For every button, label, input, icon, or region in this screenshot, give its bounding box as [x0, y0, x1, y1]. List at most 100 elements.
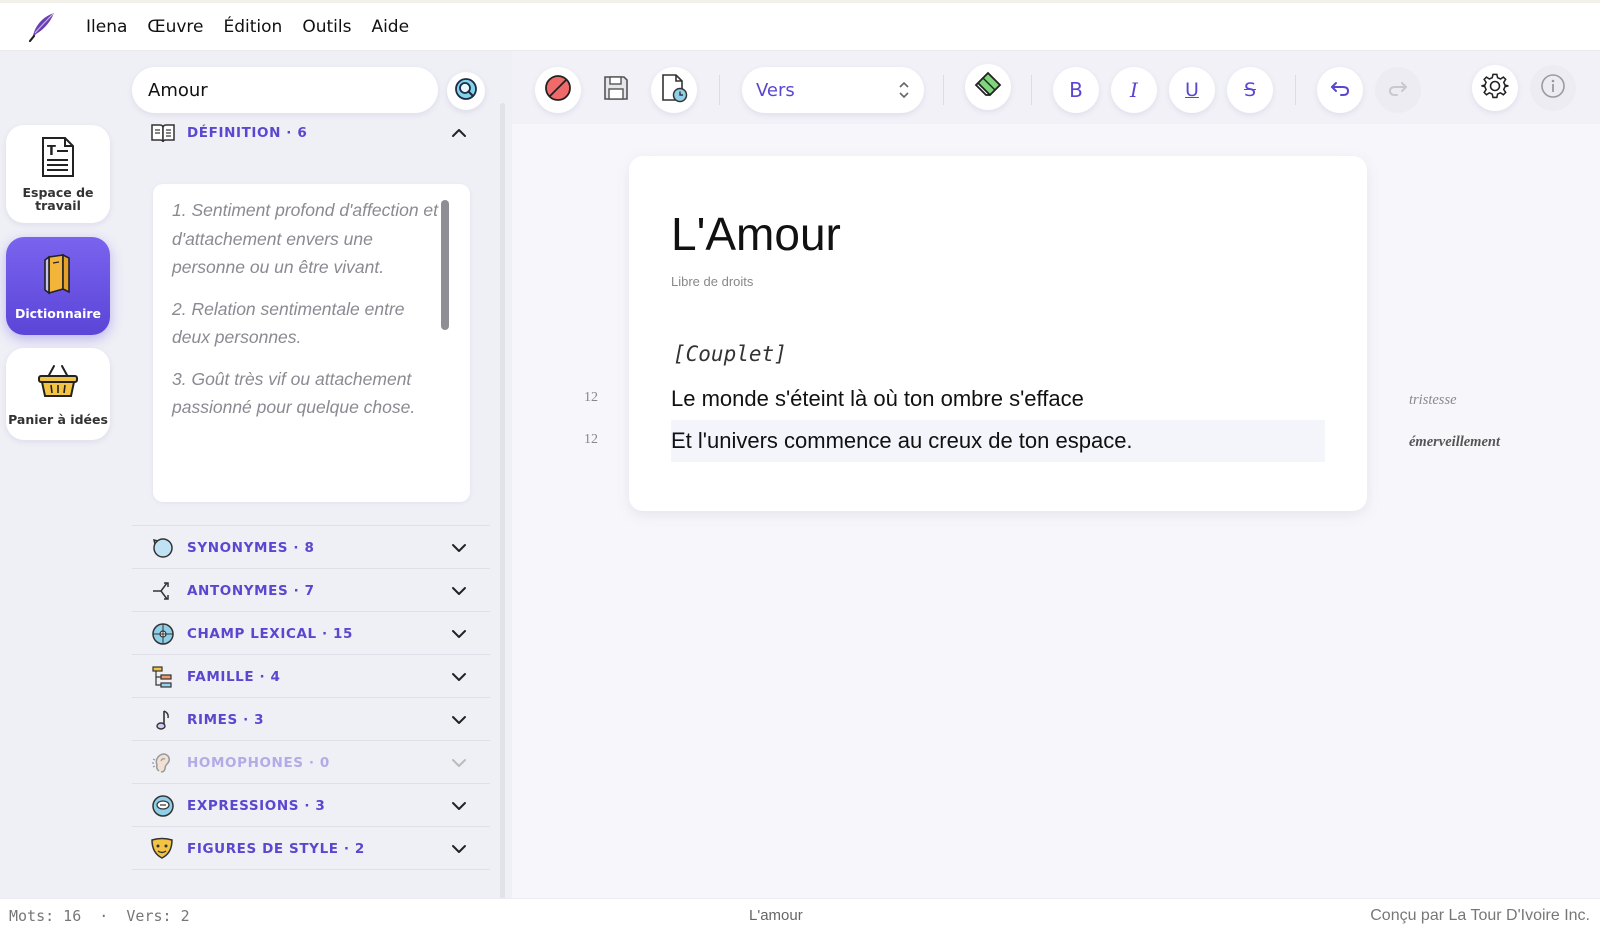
nav-idea-basket[interactable]: Panier à idées: [6, 348, 110, 440]
divider: [132, 869, 490, 870]
nav-idea-basket-label: Panier à idées: [8, 411, 108, 427]
undo-icon: [1329, 77, 1351, 103]
document-license[interactable]: Libre de droits: [671, 274, 753, 289]
underline-label: U: [1185, 79, 1199, 101]
format-select-value: Vers: [756, 79, 795, 101]
section-lexical-field-header[interactable]: CHAMP LEXICAL · 15: [132, 612, 490, 655]
chevron-down-icon[interactable]: [450, 711, 468, 729]
search-button[interactable]: [447, 72, 485, 110]
section-antonyms-header[interactable]: ANTONYMES · 7: [132, 569, 490, 612]
definition-panel: 1. Sentiment profond d'affection et d'at…: [153, 184, 470, 502]
section-homophones-title: HOMOPHONES · 0: [187, 754, 330, 771]
document-name: L'amour: [749, 907, 803, 924]
menu-ilena[interactable]: Ilena: [76, 17, 137, 37]
verse-line-current[interactable]: Et l'univers commence au creux de ton es…: [671, 420, 1325, 462]
chevron-down-icon[interactable]: [450, 539, 468, 557]
chevron-down-icon[interactable]: [450, 840, 468, 858]
eraser-icon: [973, 70, 1003, 104]
save-button[interactable]: [593, 67, 639, 113]
section-tag[interactable]: [Couplet]: [673, 342, 787, 366]
ear-icon: [149, 749, 177, 777]
bold-button[interactable]: B: [1053, 67, 1099, 113]
chevron-down-icon: [450, 754, 468, 772]
clear-button[interactable]: [535, 67, 581, 113]
emotion-tag: tristesse: [1409, 392, 1457, 408]
section-rhymes-header[interactable]: RIMES · 3: [132, 698, 490, 741]
chevron-down-icon[interactable]: [450, 797, 468, 815]
basket-icon: [36, 363, 80, 403]
status-bar: Mots: 16 · Vers: 2 L'amour Conçu par La …: [0, 898, 1600, 932]
nav-dictionary-label: Dictionnaire: [14, 305, 102, 321]
speech-bubble-icon: [149, 792, 177, 820]
strikethrough-label: S: [1243, 79, 1257, 101]
chevron-up-icon[interactable]: [450, 124, 468, 142]
book-icon: [41, 253, 75, 299]
chevron-down-icon[interactable]: [450, 582, 468, 600]
book-open-icon: [149, 119, 177, 147]
section-homophones-header: HOMOPHONES · 0: [132, 741, 490, 784]
search-icon: [454, 77, 478, 105]
section-figures-header[interactable]: FIGURES DE STYLE · 2: [132, 827, 490, 870]
settings-button[interactable]: [1472, 65, 1518, 111]
music-note-icon: [149, 706, 177, 734]
updown-chevron-icon: [898, 79, 910, 106]
format-select[interactable]: Vers: [742, 67, 924, 113]
definition-scrollbar[interactable]: [441, 200, 449, 330]
dictionary-search-input[interactable]: [148, 79, 418, 101]
nav-workspace-label: Espace de travail: [22, 185, 94, 213]
toolbar-divider: [719, 75, 720, 105]
italic-label: I: [1130, 78, 1138, 102]
bold-label: B: [1069, 78, 1083, 102]
section-definition-header[interactable]: DÉFINITION · 6: [132, 111, 490, 154]
menu-aide[interactable]: Aide: [361, 17, 419, 37]
highlight-button[interactable]: [965, 64, 1011, 110]
floppy-disk-icon: [602, 74, 630, 106]
section-family-title: FAMILLE · 4: [187, 668, 281, 685]
section-synonyms-title: SYNONYMES · 8: [187, 539, 315, 556]
syllable-count: 12: [584, 390, 598, 405]
toolbar-divider: [943, 75, 944, 105]
nav-dictionary[interactable]: Dictionnaire: [6, 237, 110, 335]
definition-item: 3. Goût très vif ou attachement passionn…: [172, 368, 416, 418]
definition-item: 2. Relation sentimentale entre deux pers…: [172, 298, 405, 348]
document-title[interactable]: L'Amour: [671, 207, 841, 261]
redo-button[interactable]: [1375, 67, 1421, 113]
menu-outils[interactable]: Outils: [292, 17, 361, 37]
nav-workspace[interactable]: T Espace de travail: [6, 125, 110, 223]
section-rhymes-title: RIMES · 3: [187, 711, 265, 728]
verse-line[interactable]: Le monde s'éteint là où ton ombre s'effa…: [671, 378, 1325, 420]
word-verse-count: Mots: 16 · Vers: 2: [9, 907, 190, 925]
strikethrough-button[interactable]: S: [1227, 67, 1273, 113]
info-icon: [1540, 73, 1566, 103]
gear-icon: [1481, 72, 1509, 104]
chevron-down-icon[interactable]: [450, 668, 468, 686]
info-button[interactable]: [1530, 65, 1576, 111]
credits: Conçu par La Tour D'Ivoire Inc.: [1370, 907, 1590, 924]
section-synonyms-header[interactable]: SYNONYMES · 8: [132, 526, 490, 569]
section-family-header[interactable]: FAMILLE · 4: [132, 655, 490, 698]
section-expressions-header[interactable]: EXPRESSIONS · 3: [132, 784, 490, 827]
menu-edition[interactable]: Édition: [214, 17, 293, 37]
italic-button[interactable]: I: [1111, 67, 1157, 113]
globe-icon: [149, 620, 177, 648]
left-panel-scrollbar[interactable]: [500, 103, 505, 923]
chevron-down-icon[interactable]: [450, 625, 468, 643]
menu-bar: Ilena Œuvre Édition Outils Aide: [0, 0, 1600, 51]
document-text-icon: T: [39, 136, 77, 182]
section-definition-title: DÉFINITION · 6: [187, 124, 308, 141]
svg-text:T: T: [47, 144, 56, 159]
split-arrow-icon: [149, 577, 177, 605]
theater-masks-icon: [149, 835, 177, 863]
history-button[interactable]: [651, 67, 697, 113]
undo-button[interactable]: [1317, 67, 1363, 113]
dictionary-search-box: [132, 67, 438, 113]
emotion-tag: émerveillement: [1409, 434, 1500, 450]
section-lexical-field-title: CHAMP LEXICAL · 15: [187, 625, 354, 642]
underline-button[interactable]: U: [1169, 67, 1215, 113]
redo-icon: [1387, 77, 1409, 103]
section-antonyms-title: ANTONYMES · 7: [187, 582, 315, 599]
forbidden-icon: [544, 74, 572, 106]
definition-item: 1. Sentiment profond d'affection et d'at…: [172, 200, 439, 277]
menu-oeuvre[interactable]: Œuvre: [137, 17, 213, 37]
section-expressions-title: EXPRESSIONS · 3: [187, 797, 326, 814]
